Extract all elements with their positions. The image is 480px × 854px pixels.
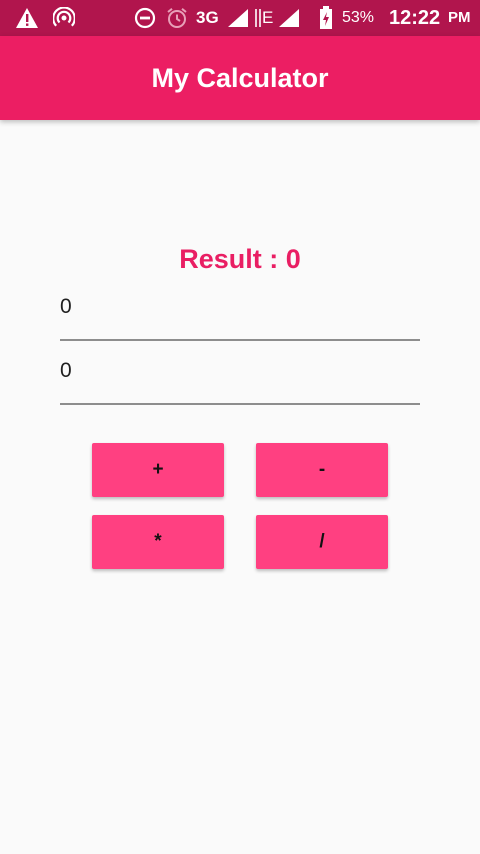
do-not-disturb-icon — [134, 0, 156, 36]
warning-icon — [14, 0, 40, 36]
first-number-field[interactable] — [60, 287, 420, 341]
network-type-2-label: E — [262, 8, 274, 27]
battery-charging-icon — [318, 0, 334, 36]
add-button[interactable]: + — [92, 443, 224, 497]
result-label: Result : 0 — [179, 244, 301, 274]
clock-time: 12:22 — [389, 7, 441, 29]
divide-button[interactable]: / — [256, 515, 388, 569]
app-title: My Calculator — [151, 63, 329, 93]
app-bar: My Calculator — [0, 36, 480, 120]
clock-suffix: PM — [448, 9, 471, 26]
status-bar: 3G E 53% 12:22 PM — [0, 0, 480, 36]
second-number-field[interactable] — [60, 351, 420, 405]
signal-icon-2 — [277, 0, 301, 36]
second-number-input[interactable] — [60, 351, 420, 391]
first-number-input[interactable] — [60, 287, 420, 327]
subtract-button[interactable]: - — [256, 443, 388, 497]
battery-percent-label: 53% — [342, 9, 375, 26]
multiply-button[interactable]: * — [92, 515, 224, 569]
alarm-icon — [165, 0, 189, 36]
network-type-label: 3G — [196, 8, 219, 27]
hotspot-icon — [52, 0, 76, 36]
signal-icon — [226, 0, 250, 36]
data-activity-icon — [254, 0, 262, 36]
